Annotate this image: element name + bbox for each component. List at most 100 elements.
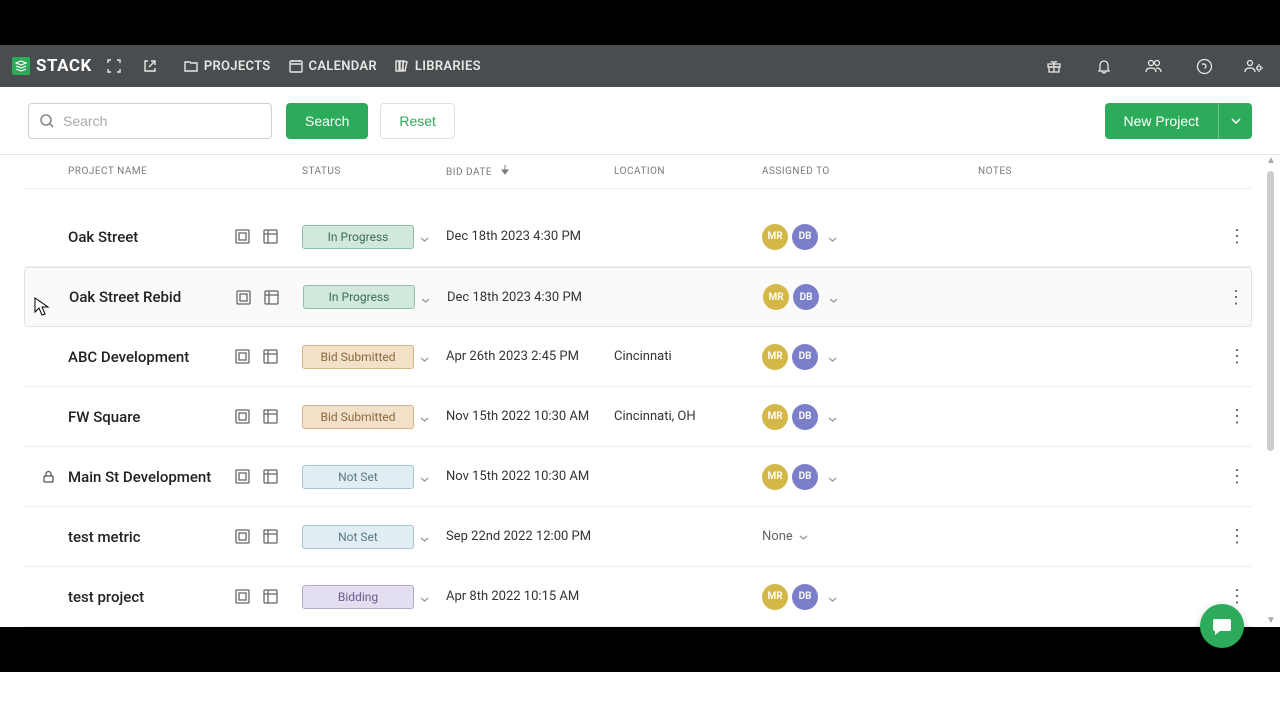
col-location[interactable]: LOCATION bbox=[614, 166, 762, 177]
row-menu[interactable]: ⋮ bbox=[1222, 466, 1252, 487]
assigned-cell: MRDB bbox=[762, 224, 978, 250]
assigned-dropdown[interactable] bbox=[828, 587, 837, 606]
status-badge[interactable]: Bid Submitted bbox=[302, 345, 414, 369]
row-menu[interactable]: ⋮ bbox=[1222, 226, 1252, 247]
status-dropdown[interactable] bbox=[421, 288, 430, 307]
new-project-button[interactable]: New Project bbox=[1105, 103, 1218, 139]
status-badge[interactable]: Not Set bbox=[302, 525, 414, 549]
project-name[interactable]: Oak Street Rebid bbox=[69, 288, 233, 306]
avatar: DB bbox=[792, 464, 818, 490]
brand-logo[interactable]: STACK bbox=[12, 56, 92, 76]
takeoff-icon[interactable] bbox=[232, 407, 252, 427]
takeoff-icon[interactable] bbox=[233, 287, 253, 307]
new-project-dropdown[interactable] bbox=[1218, 103, 1252, 139]
layout-icon[interactable] bbox=[260, 407, 280, 427]
scrollbar[interactable]: ▲ ▼ bbox=[1266, 155, 1276, 627]
table-row[interactable]: test project Bidding Apr 8th 2022 10:15 AM… bbox=[24, 567, 1252, 627]
scroll-down-icon[interactable]: ▼ bbox=[1266, 615, 1276, 627]
new-project-group: New Project bbox=[1105, 103, 1252, 139]
bell-icon[interactable] bbox=[1090, 52, 1118, 80]
status-dropdown[interactable] bbox=[420, 587, 429, 606]
status-dropdown[interactable] bbox=[420, 467, 429, 486]
layout-icon[interactable] bbox=[261, 287, 281, 307]
status-badge[interactable]: Bidding bbox=[302, 585, 414, 609]
settings-users-icon[interactable] bbox=[1240, 52, 1268, 80]
search-icon bbox=[39, 113, 55, 129]
project-name[interactable]: FW Square bbox=[68, 408, 232, 426]
search-field[interactable] bbox=[28, 103, 272, 139]
status-dropdown[interactable] bbox=[420, 347, 429, 366]
status-badge[interactable]: Not Set bbox=[302, 465, 414, 489]
users-icon[interactable] bbox=[1140, 52, 1168, 80]
table-row[interactable]: test metricNot SetSep 22nd 2022 12:00 PM… bbox=[24, 507, 1252, 567]
avatar: MR bbox=[763, 284, 789, 310]
nav-projects[interactable]: PROJECTS bbox=[184, 59, 271, 74]
assigned-cell: None bbox=[762, 529, 978, 544]
assigned-dropdown[interactable] bbox=[828, 347, 837, 366]
gift-icon[interactable] bbox=[1040, 52, 1068, 80]
col-bid-date[interactable]: BID DATE bbox=[446, 165, 614, 178]
assigned-none[interactable]: None bbox=[762, 529, 808, 544]
table-row[interactable]: Main St Development Not Set Nov 15th 2022 … bbox=[24, 447, 1252, 507]
project-name[interactable]: test project bbox=[68, 588, 232, 606]
project-name[interactable]: Main St Development bbox=[68, 468, 232, 486]
layout-icon[interactable] bbox=[260, 587, 280, 607]
status-badge[interactable]: Bid Submitted bbox=[302, 405, 414, 429]
status-dropdown[interactable] bbox=[420, 407, 429, 426]
bid-date: Dec 18th 2023 4:30 PM bbox=[447, 290, 615, 305]
nav-libraries[interactable]: LIBRARIES bbox=[395, 59, 481, 74]
chat-fab[interactable] bbox=[1200, 604, 1244, 648]
status-dropdown[interactable] bbox=[420, 527, 429, 546]
table-row[interactable]: Oak Street Rebid In Progress Dec 18th 2023… bbox=[24, 267, 1252, 327]
project-name[interactable]: test metric bbox=[68, 528, 232, 546]
project-name[interactable]: ABC Development bbox=[68, 348, 232, 366]
assigned-dropdown[interactable] bbox=[829, 288, 838, 307]
takeoff-icon[interactable] bbox=[232, 527, 252, 547]
fullscreen-icon[interactable] bbox=[100, 52, 128, 80]
bid-date: Nov 15th 2022 10:30 AM bbox=[446, 469, 614, 484]
takeoff-icon[interactable] bbox=[232, 587, 252, 607]
nav-calendar[interactable]: CALENDAR bbox=[289, 59, 377, 74]
status-badge[interactable]: In Progress bbox=[303, 285, 415, 309]
assigned-dropdown[interactable] bbox=[828, 467, 837, 486]
table-row[interactable]: Oak StreetIn ProgressDec 18th 2023 4:30 … bbox=[24, 207, 1252, 267]
takeoff-icon[interactable] bbox=[232, 347, 252, 367]
layout-icon[interactable] bbox=[260, 467, 280, 487]
col-status[interactable]: STATUS bbox=[302, 166, 446, 177]
letterbox-bottom bbox=[0, 627, 1280, 672]
layout-icon[interactable] bbox=[260, 227, 280, 247]
assigned-cell: MRDB bbox=[762, 344, 978, 370]
col-notes[interactable]: NOTES bbox=[978, 166, 1252, 177]
col-assigned[interactable]: ASSIGNED TO bbox=[762, 166, 978, 177]
row-menu[interactable]: ⋮ bbox=[1222, 346, 1252, 367]
col-project-name[interactable]: PROJECT NAME bbox=[68, 166, 302, 177]
search-input[interactable] bbox=[63, 113, 261, 129]
table-row[interactable]: FW SquareBid SubmittedNov 15th 2022 10:3… bbox=[24, 387, 1252, 447]
status-badge[interactable]: In Progress bbox=[302, 225, 414, 249]
avatar: MR bbox=[762, 224, 788, 250]
assigned-dropdown[interactable] bbox=[828, 407, 837, 426]
row-menu[interactable]: ⋮ bbox=[1222, 526, 1252, 547]
scroll-up-icon[interactable]: ▲ bbox=[1266, 155, 1276, 167]
reset-button[interactable]: Reset bbox=[380, 103, 455, 139]
assigned-dropdown[interactable] bbox=[828, 227, 837, 246]
folder-icon bbox=[184, 59, 198, 73]
layout-icon[interactable] bbox=[260, 347, 280, 367]
table-row[interactable]: ABC DevelopmentBid SubmittedApr 26th 202… bbox=[24, 327, 1252, 387]
help-icon[interactable] bbox=[1190, 52, 1218, 80]
project-name[interactable]: Oak Street bbox=[68, 228, 232, 246]
bid-date: Apr 8th 2022 10:15 AM bbox=[446, 589, 614, 604]
search-button[interactable]: Search bbox=[286, 103, 368, 139]
assigned-cell: MRDB bbox=[762, 584, 978, 610]
scroll-thumb[interactable] bbox=[1267, 171, 1274, 451]
external-link-icon[interactable] bbox=[136, 52, 164, 80]
takeoff-icon[interactable] bbox=[232, 227, 252, 247]
row-menu[interactable]: ⋮ bbox=[1221, 287, 1251, 308]
project-table: PROJECT NAME STATUS BID DATE LOCATION AS… bbox=[0, 155, 1280, 627]
status-dropdown[interactable] bbox=[420, 227, 429, 246]
avatar: MR bbox=[762, 584, 788, 610]
takeoff-icon[interactable] bbox=[232, 467, 252, 487]
avatar: DB bbox=[792, 404, 818, 430]
row-menu[interactable]: ⋮ bbox=[1222, 406, 1252, 427]
layout-icon[interactable] bbox=[260, 527, 280, 547]
